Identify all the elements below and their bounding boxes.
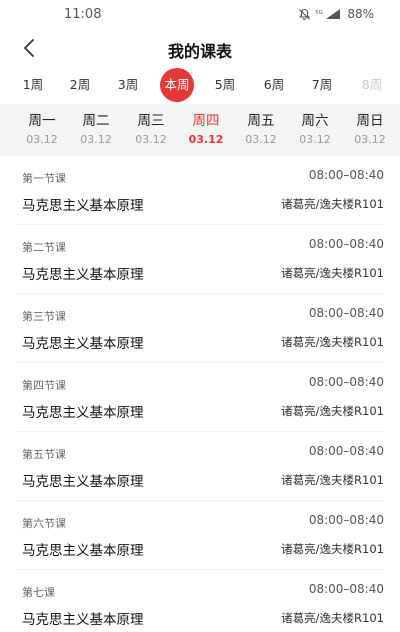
lesson-time: 08:00–08:40 — [308, 444, 384, 458]
day-friday[interactable]: 周五 03.12 — [233, 112, 289, 148]
lesson-course: 马克思主义基本原理 — [22, 543, 144, 559]
lesson-course: 马克思主义基本原理 — [22, 336, 144, 352]
signal-label: 5G — [315, 10, 323, 16]
day-date: 03.12 — [26, 133, 58, 146]
lesson-teacher-room: 诸葛亮/逸夫楼R101 — [281, 473, 384, 487]
lesson-item[interactable]: 第二节课 08:00–08:40 马克思主义基本原理 诸葛亮/逸夫楼R101 — [16, 225, 384, 294]
lesson-item[interactable]: 第三节课 08:00–08:40 马克思主义基本原理 诸葛亮/逸夫楼R101 — [16, 294, 384, 363]
status-time: 11:08 — [64, 7, 102, 22]
day-date: 03.12 — [135, 133, 167, 146]
mute-icon — [299, 8, 311, 20]
day-name: 周三 — [137, 113, 165, 129]
lesson-item[interactable]: 第六节课 08:00–08:40 马克思主义基本原理 诸葛亮/逸夫楼R101 — [16, 501, 384, 570]
week-tab-6[interactable]: 6周 — [254, 68, 294, 102]
lesson-course: 马克思主义基本原理 — [22, 612, 144, 628]
battery-percent: 88% — [347, 7, 374, 21]
lesson-teacher-room: 诸葛亮/逸夫楼R101 — [281, 404, 384, 418]
week-tab-2[interactable]: 2周 — [60, 68, 100, 102]
day-name: 周六 — [301, 113, 329, 129]
lesson-time: 08:00–08:40 — [308, 582, 384, 596]
lesson-time: 08:00–08:40 — [308, 237, 384, 251]
lesson-period: 第七课 — [22, 586, 55, 599]
lesson-teacher-room: 诸葛亮/逸夫楼R101 — [281, 266, 384, 280]
signal-icon: 5G — [315, 9, 341, 19]
day-saturday[interactable]: 周六 03.12 — [287, 112, 343, 148]
day-date: 03.12 — [245, 133, 277, 146]
day-date: 03.12 — [188, 133, 224, 146]
week-tab-current[interactable]: 本周 — [157, 68, 197, 102]
day-wednesday[interactable]: 周三 03.12 — [123, 112, 179, 148]
week-tab-3[interactable]: 3周 — [108, 68, 148, 102]
status-bar: 11:08 5G 88% — [0, 0, 400, 30]
lesson-period: 第一节课 — [22, 172, 66, 185]
day-date: 03.12 — [80, 133, 112, 146]
lesson-time: 08:00–08:40 — [308, 513, 384, 527]
day-name: 周日 — [356, 113, 384, 129]
lesson-teacher-room: 诸葛亮/逸夫楼R101 — [281, 335, 384, 349]
lesson-teacher-room: 诸葛亮/逸夫楼R101 — [281, 611, 384, 625]
lesson-course: 马克思主义基本原理 — [22, 405, 144, 421]
status-icons: 5G — [298, 8, 341, 21]
day-name: 周二 — [82, 113, 110, 129]
day-name: 周一 — [28, 113, 56, 129]
lesson-time: 08:00–08:40 — [308, 168, 384, 182]
lesson-teacher-room: 诸葛亮/逸夫楼R101 — [281, 542, 384, 556]
lesson-period: 第四节课 — [22, 379, 66, 392]
nav-bar: 我的课表 — [0, 30, 400, 66]
week-tab-5[interactable]: 5周 — [205, 68, 245, 102]
lesson-item[interactable]: 第五节课 08:00–08:40 马克思主义基本原理 诸葛亮/逸夫楼R101 — [16, 432, 384, 501]
lesson-item[interactable]: 第一节课 08:00–08:40 马克思主义基本原理 诸葛亮/逸夫楼R101 — [16, 156, 384, 225]
week-tab-7[interactable]: 7周 — [302, 68, 342, 102]
lesson-course: 马克思主义基本原理 — [22, 267, 144, 283]
lesson-item[interactable]: 第四节课 08:00–08:40 马克思主义基本原理 诸葛亮/逸夫楼R101 — [16, 363, 384, 432]
week-tab-8[interactable]: 8周 — [352, 68, 392, 102]
status-right: 5G 88% — [298, 7, 374, 21]
lesson-period: 第五节课 — [22, 448, 66, 461]
lesson-period: 第三节课 — [22, 310, 66, 323]
lesson-list: 第一节课 08:00–08:40 马克思主义基本原理 诸葛亮/逸夫楼R101 第… — [0, 156, 400, 632]
page-title: 我的课表 — [167, 42, 232, 61]
lesson-item[interactable]: 第七课 08:00–08:40 马克思主义基本原理 诸葛亮/逸夫楼R101 — [16, 570, 384, 632]
lesson-time: 08:00–08:40 — [308, 306, 384, 320]
day-monday[interactable]: 周一 03.12 — [14, 112, 70, 148]
lesson-course: 马克思主义基本原理 — [22, 474, 144, 490]
day-tuesday[interactable]: 周二 03.12 — [68, 112, 124, 148]
day-name: 周五 — [247, 113, 275, 129]
day-date: 03.12 — [354, 133, 386, 146]
week-tab-1[interactable]: 1周 — [13, 68, 53, 102]
lesson-course: 马克思主义基本原理 — [22, 198, 144, 214]
day-date: 03.12 — [299, 133, 331, 146]
week-tabs: 1周 2周 3周 本周 5周 6周 7周 8周 — [0, 68, 400, 102]
day-name: 周四 — [192, 113, 220, 129]
lesson-period: 第六节课 — [22, 517, 66, 530]
lesson-teacher-room: 诸葛亮/逸夫楼R101 — [281, 197, 384, 211]
day-sunday[interactable]: 周日 03.12 — [342, 112, 398, 148]
lesson-period: 第二节课 — [22, 241, 66, 254]
lesson-time: 08:00–08:40 — [308, 375, 384, 389]
day-thursday[interactable]: 周四 03.12 — [178, 112, 234, 148]
weekday-row: 周一 03.12 周二 03.12 周三 03.12 周四 03.12 周五 0… — [0, 104, 400, 156]
